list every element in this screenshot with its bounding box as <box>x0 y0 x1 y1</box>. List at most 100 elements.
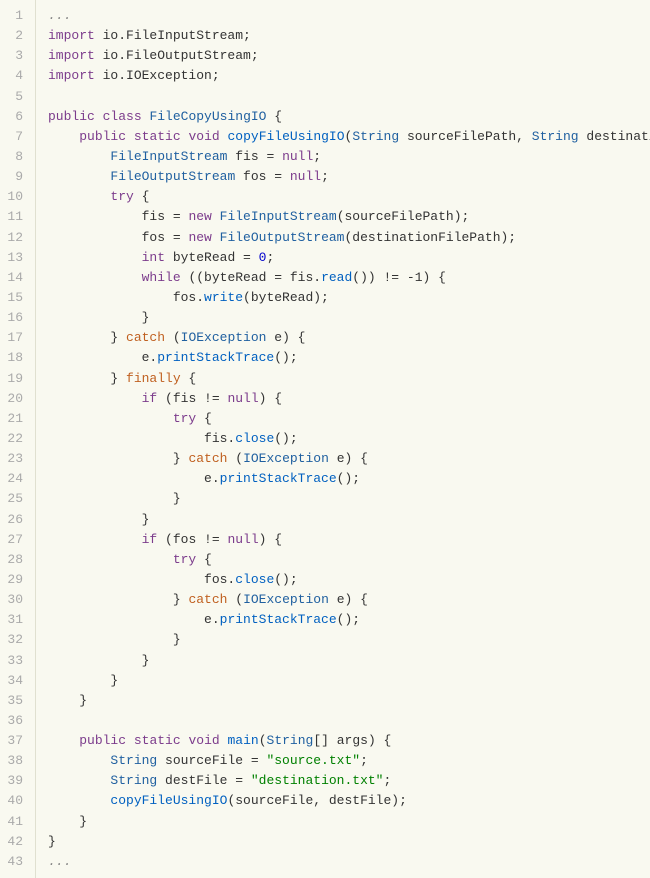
line-number: 4 <box>0 66 29 86</box>
token-plain: e. <box>48 612 220 627</box>
token-type: IOException <box>181 330 267 345</box>
code-line: int byteRead = 0; <box>48 248 650 268</box>
code-line: import io.FileInputStream; <box>48 26 650 46</box>
code-line: } <box>48 671 650 691</box>
token-plain: (fos != <box>157 532 227 547</box>
token-plain: fis. <box>48 431 235 446</box>
token-type: String <box>110 753 157 768</box>
line-number: 26 <box>0 510 29 530</box>
token-plain <box>48 552 173 567</box>
token-plain: (); <box>337 612 360 627</box>
line-number: 25 <box>0 489 29 509</box>
line-number: 36 <box>0 711 29 731</box>
line-number: 32 <box>0 630 29 650</box>
token-kw: null <box>282 149 313 164</box>
token-plain: { <box>134 189 150 204</box>
code-line: import io.FileOutputStream; <box>48 46 650 66</box>
line-number: 8 <box>0 147 29 167</box>
token-kw: null <box>227 532 258 547</box>
code-line: e.printStackTrace(); <box>48 469 650 489</box>
line-number: 29 <box>0 570 29 590</box>
token-plain: destFile = <box>157 773 251 788</box>
token-plain <box>48 129 79 144</box>
token-plain: } <box>48 310 149 325</box>
code-line: FileInputStream fis = null; <box>48 147 650 167</box>
code-line: } <box>48 630 650 650</box>
token-plain: e. <box>48 471 220 486</box>
code-line: } <box>48 489 650 509</box>
line-number: 38 <box>0 751 29 771</box>
token-plain: [] args) { <box>313 733 391 748</box>
token-plain: ; <box>383 773 391 788</box>
code-line: } <box>48 832 650 852</box>
code-line: } catch (IOException e) { <box>48 590 650 610</box>
code-line: } <box>48 651 650 671</box>
token-kw: public <box>79 733 126 748</box>
token-type: FileInputStream <box>220 209 337 224</box>
code-line: } catch (IOException e) { <box>48 449 650 469</box>
token-plain: (destinationFilePath); <box>344 230 516 245</box>
line-number: 21 <box>0 409 29 429</box>
token-plain: ( <box>227 592 243 607</box>
token-kw: import <box>48 48 95 63</box>
token-kw: public <box>48 109 95 124</box>
token-plain: fis = <box>227 149 282 164</box>
line-number: 43 <box>0 852 29 872</box>
token-plain: fos. <box>48 290 204 305</box>
token-plain: io.IOException; <box>95 68 220 83</box>
token-kw: int <box>142 250 165 265</box>
line-number: 42 <box>0 832 29 852</box>
token-plain: (); <box>274 350 297 365</box>
line-number: 35 <box>0 691 29 711</box>
token-plain <box>220 129 228 144</box>
token-kw: import <box>48 28 95 43</box>
token-plain: ( <box>227 451 243 466</box>
code-line: fos.write(byteRead); <box>48 288 650 308</box>
token-plain: } <box>48 330 126 345</box>
code-line <box>48 711 650 731</box>
token-method: copyFileUsingIO <box>110 793 227 808</box>
code-line: try { <box>48 187 650 207</box>
token-string: "destination.txt" <box>251 773 384 788</box>
token-kw: void <box>188 129 219 144</box>
token-plain: ()) != -1) { <box>352 270 446 285</box>
token-type: String <box>352 129 399 144</box>
token-type: FileInputStream <box>110 149 227 164</box>
token-plain <box>220 733 228 748</box>
line-number: 31 <box>0 610 29 630</box>
token-kw: new <box>188 209 211 224</box>
token-plain: fos. <box>48 572 235 587</box>
code-line: String destFile = "destination.txt"; <box>48 771 650 791</box>
token-plain: } <box>48 451 188 466</box>
token-plain <box>48 169 110 184</box>
token-plain <box>48 793 110 808</box>
token-plain: fis = <box>48 209 188 224</box>
line-number: 22 <box>0 429 29 449</box>
token-method: main <box>228 733 259 748</box>
line-number: 3 <box>0 46 29 66</box>
line-number: 2 <box>0 26 29 46</box>
token-plain: } <box>48 673 118 688</box>
token-kw: try <box>173 411 196 426</box>
token-kw2: catch <box>126 330 165 345</box>
token-plain: io.FileOutputStream; <box>95 48 259 63</box>
token-kw: if <box>142 391 158 406</box>
token-plain: { <box>196 411 212 426</box>
token-plain <box>48 532 142 547</box>
code-area[interactable]: ...import io.FileInputStream;import io.F… <box>36 0 650 878</box>
code-line: fis.close(); <box>48 429 650 449</box>
token-plain: ( <box>259 733 267 748</box>
token-type: FileCopyUsingIO <box>149 109 266 124</box>
token-kw2: catch <box>188 451 227 466</box>
token-plain: } <box>48 693 87 708</box>
token-plain: sourceFilePath, <box>399 129 532 144</box>
token-plain: e) { <box>266 330 305 345</box>
code-line: e.printStackTrace(); <box>48 348 650 368</box>
code-line: copyFileUsingIO(sourceFile, destFile); <box>48 791 650 811</box>
token-plain: (fis != <box>157 391 227 406</box>
token-plain <box>95 109 103 124</box>
token-method: read <box>321 270 352 285</box>
code-line: try { <box>48 409 650 429</box>
line-number: 15 <box>0 288 29 308</box>
line-number: 33 <box>0 651 29 671</box>
